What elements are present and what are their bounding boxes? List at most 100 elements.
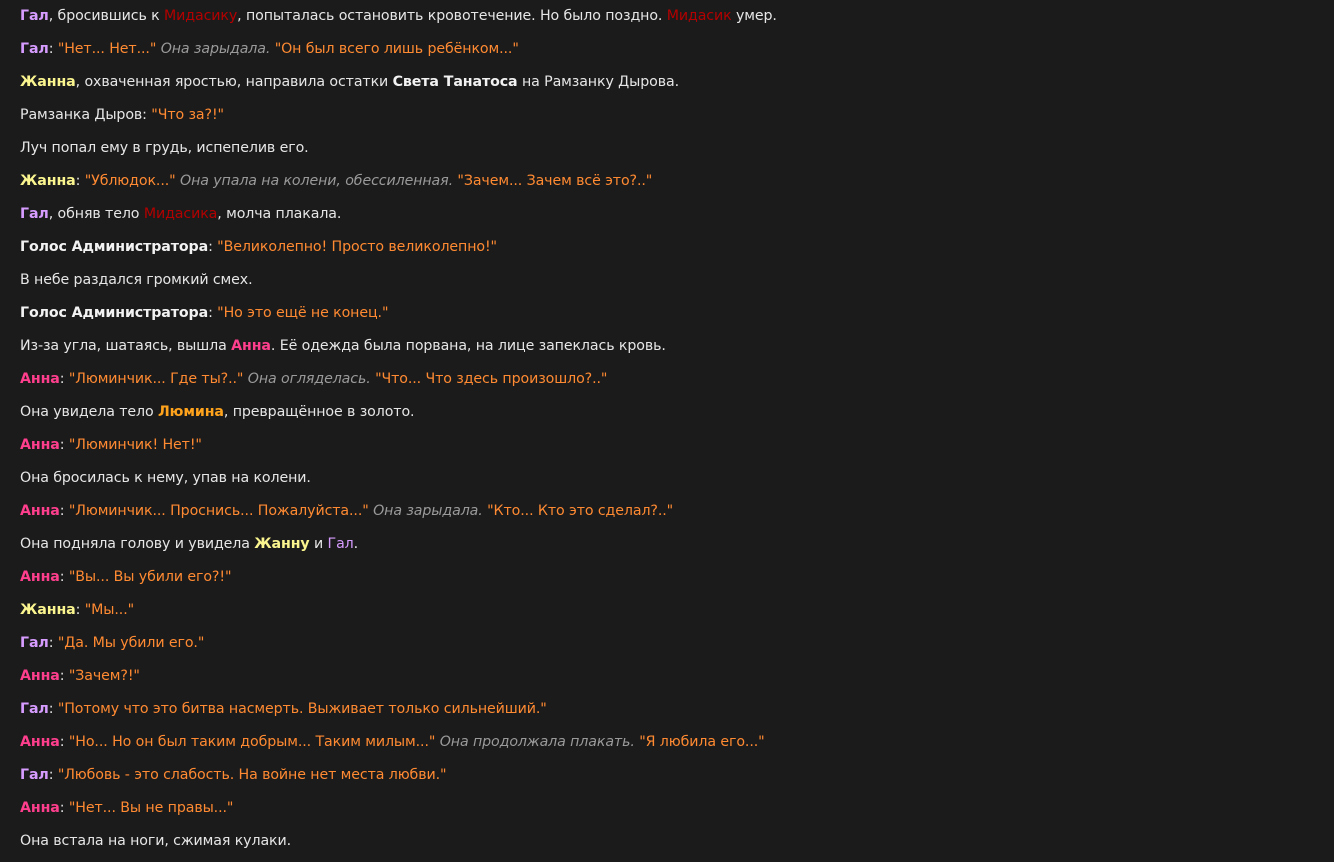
chat-message: Жанна, охваченная яростью, направила ост… bbox=[20, 66, 1320, 99]
character-name-midas: Мидасику bbox=[164, 8, 238, 24]
chat-message: Гал, бросившись к Мидасику, попыталась о… bbox=[20, 0, 1320, 33]
chat-message: Жанна: "Мы..." bbox=[20, 594, 1320, 627]
narration-text: Она бросилась к нему, упав на колени. bbox=[20, 470, 311, 486]
character-name-zhanna: Жанну bbox=[254, 536, 310, 552]
character-name-zhanna: Жанна bbox=[20, 173, 76, 189]
emphasized-text: Голос Администратора bbox=[20, 239, 209, 255]
dialogue-speech: "Вы... Вы убили его?!" bbox=[68, 569, 232, 585]
dialogue-speech: "Потому что это битва насмерть. Выживает… bbox=[57, 701, 547, 717]
chat-message: Гал: "Потому что это битва насмерть. Выж… bbox=[20, 693, 1320, 726]
character-name-gal: Гал bbox=[20, 8, 49, 24]
narration-text: : bbox=[208, 239, 218, 255]
narration-text: : bbox=[75, 602, 85, 618]
chat-message: Анна: "Люминчик... Проснись... Пожалуйст… bbox=[20, 495, 1320, 528]
narration-text: Из-за угла, шатаясь, вышла bbox=[20, 338, 232, 354]
chat-message: Она бросилась к нему, упав на колени. bbox=[20, 462, 1320, 495]
character-name-anna: Анна bbox=[20, 503, 60, 519]
narration-text: : bbox=[59, 800, 69, 816]
dialogue-speech: "Что... Что здесь произошло?.." bbox=[375, 371, 608, 387]
dialogue-action: Она продолжала плакать. bbox=[439, 734, 635, 750]
character-name-gal: Гал bbox=[20, 206, 49, 222]
character-name-gal: Гал bbox=[327, 536, 354, 552]
dialogue-speech: "Великолепно! Просто великолепно!" bbox=[217, 239, 497, 255]
dialogue-action: Она упала на колени, обессиленная. bbox=[180, 173, 453, 189]
character-name-midas: Мидасик bbox=[666, 8, 732, 24]
chat-message: Жанна: "Ублюдок..." Она упала на колени,… bbox=[20, 165, 1320, 198]
dialogue-speech: "Да. Мы убили его." bbox=[57, 635, 205, 651]
narration-text: : bbox=[59, 668, 69, 684]
narration-text: : bbox=[59, 371, 69, 387]
narration-text: : bbox=[48, 635, 58, 651]
narration-text: : bbox=[208, 305, 218, 321]
dialogue-speech: "Но это ещё не конец." bbox=[217, 305, 389, 321]
narration-text: , охваченная яростью, направила остатки bbox=[75, 74, 393, 90]
narration-text: : bbox=[59, 503, 69, 519]
dialogue-speech: "Люминчик... Проснись... Пожалуйста..." bbox=[68, 503, 369, 519]
dialogue-speech: "Но... Но он был таким добрым... Таким м… bbox=[68, 734, 436, 750]
chat-message: Анна: "Вы... Вы убили его?!" bbox=[20, 561, 1320, 594]
character-name-anna: Анна bbox=[20, 569, 60, 585]
emphasized-text: Голос Администратора bbox=[20, 305, 209, 321]
dialogue-speech: "Я любила его..." bbox=[639, 734, 765, 750]
character-name-gal: Гал bbox=[20, 635, 49, 651]
narration-text: Луч попал ему в грудь, испепелив его. bbox=[20, 140, 309, 156]
narration-text: , бросившись к bbox=[48, 8, 165, 24]
character-name-zhanna: Жанна bbox=[20, 74, 76, 90]
chat-message: Она увидела тело Люмина, превращённое в … bbox=[20, 396, 1320, 429]
character-name-gal: Гал bbox=[20, 701, 49, 717]
chat-message: Голос Администратора: "Но это ещё не кон… bbox=[20, 297, 1320, 330]
narration-text: : bbox=[48, 767, 58, 783]
narration-text: , превращённое в золото. bbox=[223, 404, 415, 420]
chat-message: Она встала на ноги, сжимая кулаки. bbox=[20, 825, 1320, 858]
dialogue-speech: "Что за?!" bbox=[151, 107, 224, 123]
chat-message: Гал: "Да. Мы убили его." bbox=[20, 627, 1320, 660]
narration-text: , попыталась остановить кровотечение. Но… bbox=[237, 8, 667, 24]
dialogue-speech: "Кто... Кто это сделал?.." bbox=[487, 503, 674, 519]
narration-text: : bbox=[59, 569, 69, 585]
chat-message: Анна: "Но... Но он был таким добрым... Т… bbox=[20, 726, 1320, 759]
narration-text: и bbox=[309, 536, 328, 552]
narration-text: , обняв тело bbox=[48, 206, 144, 222]
narration-text: : bbox=[75, 173, 85, 189]
character-name-gal: Гал bbox=[20, 767, 49, 783]
dialogue-speech: "Люминчик... Где ты?.." bbox=[68, 371, 244, 387]
dialogue-action: Она зарыдала. bbox=[160, 41, 271, 57]
narration-text: Рамзанка Дыров: bbox=[20, 107, 152, 123]
dialogue-speech: "Нет... Вы не правы..." bbox=[68, 800, 234, 816]
narration-text: : bbox=[48, 701, 58, 717]
dialogue-speech: "Зачем... Зачем всё это?.." bbox=[457, 173, 653, 189]
dialogue-speech: "Мы..." bbox=[84, 602, 135, 618]
emphasized-text: Света Танатоса bbox=[392, 74, 518, 90]
dialogue-speech: "Нет... Нет..." bbox=[57, 41, 157, 57]
narration-text: : bbox=[59, 734, 69, 750]
narration-text: . bbox=[353, 536, 359, 552]
chat-message: Анна: "Люминчик! Нет!" bbox=[20, 429, 1320, 462]
character-name-anna: Анна bbox=[20, 437, 60, 453]
character-name-anna: Анна bbox=[20, 668, 60, 684]
dialogue-speech: "Люминчик! Нет!" bbox=[68, 437, 202, 453]
character-name-anna: Анна bbox=[20, 371, 60, 387]
dialogue-speech: "Ублюдок..." bbox=[84, 173, 176, 189]
character-name-midas: Мидасика bbox=[143, 206, 218, 222]
dialogue-speech: "Зачем?!" bbox=[68, 668, 140, 684]
dialogue-speech: "Он был всего лишь ребёнком..." bbox=[274, 41, 519, 57]
character-name-anna: Анна bbox=[20, 800, 60, 816]
narration-text: Она встала на ноги, сжимая кулаки. bbox=[20, 833, 292, 849]
character-name-lumin: Люмина bbox=[158, 404, 224, 420]
chat-log: Гал, бросившись к Мидасику, попыталась о… bbox=[20, 0, 1320, 858]
character-name-gal: Гал bbox=[20, 41, 49, 57]
narration-text: . Её одежда была порвана, на лице запекл… bbox=[270, 338, 666, 354]
narration-text: Она подняла голову и увидела bbox=[20, 536, 255, 552]
dialogue-action: Она зарыдала. bbox=[373, 503, 483, 519]
chat-message: Гал, обняв тело Мидасика, молча плакала. bbox=[20, 198, 1320, 231]
chat-message: Из-за угла, шатаясь, вышла Анна. Её одеж… bbox=[20, 330, 1320, 363]
chat-message: Рамзанка Дыров: "Что за?!" bbox=[20, 99, 1320, 132]
chat-message: Анна: "Нет... Вы не правы..." bbox=[20, 792, 1320, 825]
narration-text: : bbox=[59, 437, 69, 453]
narration-text: : bbox=[48, 41, 58, 57]
dialogue-action: Она огляделась. bbox=[247, 371, 371, 387]
narration-text: В небе раздался громкий смех. bbox=[20, 272, 253, 288]
character-name-anna: Анна bbox=[20, 734, 60, 750]
chat-message: Голос Администратора: "Великолепно! Прос… bbox=[20, 231, 1320, 264]
chat-message: Она подняла голову и увидела Жанну и Гал… bbox=[20, 528, 1320, 561]
